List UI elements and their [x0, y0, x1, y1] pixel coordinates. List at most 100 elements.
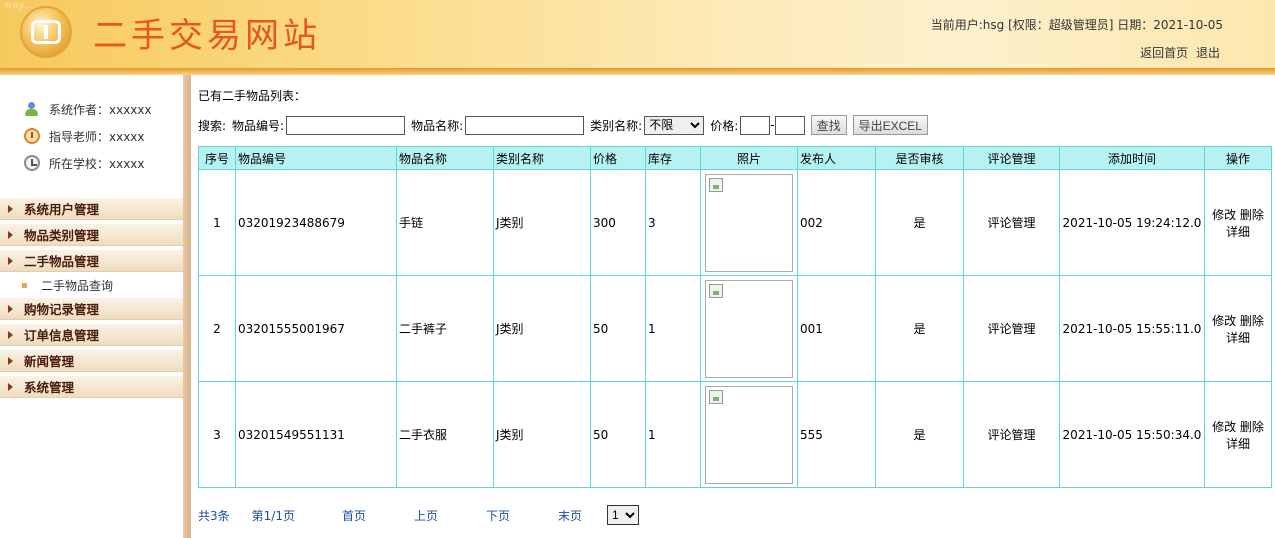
menu-system-users[interactable]: 系统用户管理 [0, 198, 183, 220]
item-code: 03201549551131 [235, 381, 397, 488]
photo-cell [700, 381, 798, 488]
sidebar-splitter[interactable] [183, 75, 191, 538]
menu-orders[interactable]: 订单信息管理 [0, 324, 183, 346]
menu-label: 新闻管理 [24, 354, 75, 369]
arrow-right-icon [8, 230, 13, 239]
column-header: 照片 [700, 146, 798, 170]
item-photo[interactable] [705, 173, 793, 272]
author-label: 系统作者：xxxxxx [49, 102, 152, 117]
delete-link[interactable]: 删除 [1240, 420, 1264, 434]
item-stock: 1 [645, 275, 701, 382]
detail-link[interactable]: 详细 [1226, 225, 1250, 239]
edit-link[interactable]: 修改 [1212, 420, 1236, 434]
item-publisher: 002 [797, 169, 876, 276]
item-category: J类别 [493, 275, 591, 382]
last-page-link[interactable]: 末页 [558, 507, 582, 524]
column-header: 价格 [590, 146, 646, 170]
detail-link[interactable]: 详细 [1226, 437, 1250, 451]
edit-link[interactable]: 修改 [1212, 314, 1236, 328]
item-name: 二手裤子 [396, 275, 494, 382]
table-row: 2 03201555001967 二手裤子 J类别 50 1 001 是 评论管… [198, 275, 1272, 382]
search-prefix: 搜索: [198, 118, 227, 133]
photo-cell [700, 275, 798, 382]
page-info: 第1/1页 [251, 508, 295, 523]
comment-manage-link[interactable]: 评论管理 [987, 322, 1035, 336]
user-icon [24, 101, 40, 117]
actions-cell: 修改 删除 详细 [1204, 169, 1272, 276]
table-row: 1 03201923488679 手链 J类别 300 3 002 是 评论管理… [198, 169, 1272, 276]
row-number: 1 [198, 169, 236, 276]
arrow-right-icon [8, 256, 13, 265]
item-category: J类别 [493, 169, 591, 276]
menu-second-hand-items[interactable]: 二手物品管理 [0, 250, 183, 272]
menu-news[interactable]: 新闻管理 [0, 350, 183, 372]
current-user-info: 当前用户:hsg [权限：超级管理员] 日期：2021-10-05 [930, 18, 1223, 32]
item-audited: 是 [875, 381, 964, 488]
column-header: 物品编号 [235, 146, 397, 170]
next-page-link[interactable]: 下页 [486, 507, 510, 524]
item-photo[interactable] [705, 385, 793, 484]
page-select[interactable]: 1 [607, 505, 640, 525]
column-header: 是否审核 [875, 146, 964, 170]
column-header: 评论管理 [963, 146, 1060, 170]
edit-link[interactable]: 修改 [1212, 208, 1236, 222]
photo-cell [700, 169, 798, 276]
column-header: 类别名称 [493, 146, 591, 170]
table-header-row: 序号 物品编号 物品名称 类别名称 价格 库存 照片 发布人 是否审核 评论管理… [198, 146, 1272, 170]
actions-cell: 修改 删除 详细 [1204, 275, 1272, 382]
items-table: 序号 物品编号 物品名称 类别名称 价格 库存 照片 发布人 是否审核 评论管理… [198, 146, 1272, 488]
submenu-item-query[interactable]: 二手物品查询 [0, 274, 183, 296]
price-max-input[interactable] [774, 115, 805, 135]
item-name: 二手衣服 [396, 381, 494, 488]
item-code: 03201555001967 [235, 275, 397, 382]
item-price: 50 [590, 381, 646, 488]
delete-link[interactable]: 删除 [1240, 314, 1264, 328]
price-min-input[interactable] [740, 115, 771, 135]
item-time: 2021-10-05 15:50:34.0 [1059, 381, 1205, 488]
category-select[interactable]: 不限 [644, 115, 705, 135]
broken-image-icon [709, 177, 723, 192]
submenu-label: 二手物品查询 [41, 278, 114, 293]
item-price: 300 [590, 169, 646, 276]
name-label: 物品名称: [411, 118, 464, 133]
main-content: 已有二手物品列表： 搜索: 物品编号: 物品名称: 类别名称: 不限 价格: -… [191, 75, 1275, 538]
total-count: 共3条 [198, 508, 230, 523]
item-code: 03201923488679 [235, 169, 397, 276]
item-name-input[interactable] [465, 115, 585, 135]
delete-link[interactable]: 删除 [1240, 208, 1264, 222]
pagination: 共3条 第1/1页 首页 上页 下页 末页 1 [198, 505, 640, 525]
home-link[interactable]: 返回首页 [1140, 46, 1188, 60]
item-publisher: 001 [797, 275, 876, 382]
column-header: 序号 [198, 146, 236, 170]
logout-link[interactable]: 退出 [1196, 46, 1220, 60]
menu-item-categories[interactable]: 物品类别管理 [0, 224, 183, 246]
menu-label: 系统用户管理 [24, 202, 100, 217]
arrow-right-icon [8, 330, 13, 339]
comment-manage-link[interactable]: 评论管理 [987, 216, 1035, 230]
comment-manage-link[interactable]: 评论管理 [987, 428, 1035, 442]
school-label: 所在学校：xxxxx [49, 156, 145, 171]
clock-icon [24, 155, 40, 171]
item-name: 手链 [396, 169, 494, 276]
menu-label: 系统管理 [24, 380, 75, 395]
table-row: 3 03201549551131 二手衣服 J类别 50 1 555 是 评论管… [198, 381, 1272, 488]
item-photo[interactable] [705, 279, 793, 378]
arrow-right-icon [8, 204, 13, 213]
item-code-input[interactable] [286, 115, 406, 135]
export-excel-button[interactable]: 导出EXCEL [852, 115, 928, 135]
top-links: 返回首页 退出 [1136, 44, 1220, 61]
detail-link[interactable]: 详细 [1226, 331, 1250, 345]
comment-manage-cell: 评论管理 [963, 381, 1060, 488]
column-header: 库存 [645, 146, 701, 170]
item-category: J类别 [493, 381, 591, 488]
menu-system[interactable]: 系统管理 [0, 376, 183, 398]
item-time: 2021-10-05 15:55:11.0 [1059, 275, 1205, 382]
prev-page-link[interactable]: 上页 [414, 507, 438, 524]
first-page-link[interactable]: 首页 [342, 507, 366, 524]
find-button[interactable]: 查找 [810, 115, 847, 135]
menu-label: 二手物品管理 [24, 254, 100, 269]
column-header: 添加时间 [1059, 146, 1205, 170]
column-header: 操作 [1204, 146, 1272, 170]
menu-purchase-records[interactable]: 购物记录管理 [0, 298, 183, 320]
item-price: 50 [590, 275, 646, 382]
